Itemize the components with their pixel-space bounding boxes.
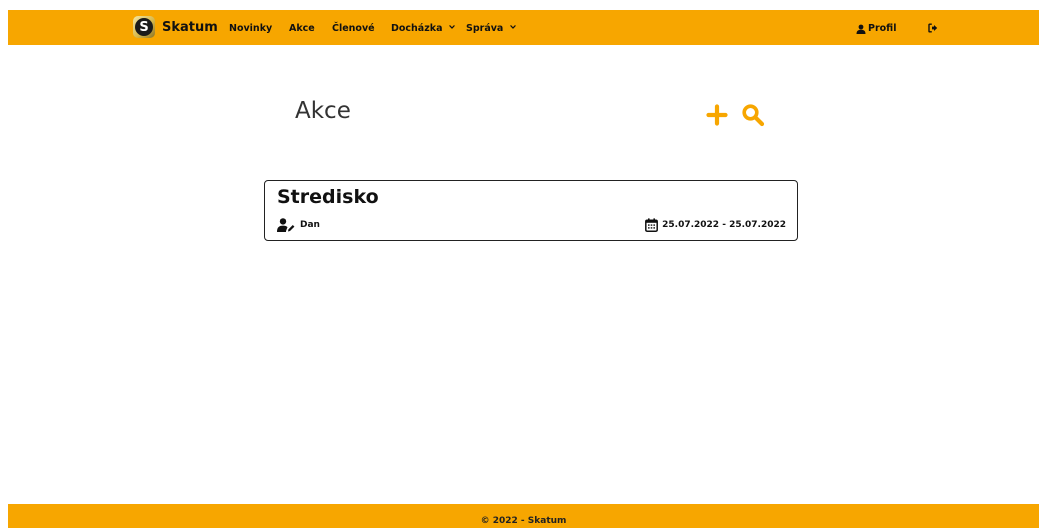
user-pen-icon <box>277 218 295 232</box>
top-navbar: S Skatum Novinky Akce Členové Docházka S… <box>8 10 1039 45</box>
calendar-icon <box>645 218 659 232</box>
footer-copyright: © 2022 - Skatum <box>480 516 567 526</box>
nav-item-label: Členové <box>332 23 375 34</box>
event-author: Dan <box>277 218 320 232</box>
page-footer: © 2022 - Skatum <box>8 504 1039 528</box>
user-icon <box>856 24 866 34</box>
nav-item-label: Docházka <box>391 23 443 34</box>
nav-item-clenove[interactable]: Členové <box>332 23 375 35</box>
search-button[interactable] <box>741 103 765 127</box>
page-title: Akce <box>295 98 351 124</box>
skatum-logo: S <box>133 16 155 38</box>
event-title: Stredisko <box>277 186 379 208</box>
nav-item-label: Správa <box>466 23 504 34</box>
profile-label: Profil <box>868 23 897 34</box>
nav-item-akce[interactable]: Akce <box>289 23 315 35</box>
nav-item-label: Novinky <box>229 23 273 34</box>
sign-out-icon <box>928 23 938 33</box>
chevron-down-icon <box>449 25 455 29</box>
event-card[interactable]: Stredisko Dan 25.07.2022 - 25.07.2022 <box>264 180 798 241</box>
plus-icon <box>706 104 728 126</box>
nav-item-sprava[interactable]: Správa <box>466 23 516 35</box>
nav-item-label: Akce <box>289 23 315 34</box>
brand-name: Skatum <box>162 19 218 35</box>
event-date: 25.07.2022 - 25.07.2022 <box>645 218 786 232</box>
add-event-button[interactable] <box>706 104 728 126</box>
event-author-name: Dan <box>300 220 320 230</box>
chevron-down-icon <box>509 25 516 29</box>
brand-link[interactable]: S Skatum <box>133 16 218 38</box>
search-icon <box>742 104 765 127</box>
nav-item-novinky[interactable]: Novinky <box>229 23 272 35</box>
logout-button[interactable] <box>928 23 938 36</box>
event-date-range: 25.07.2022 - 25.07.2022 <box>662 220 786 230</box>
logo-letter: S <box>135 18 153 36</box>
nav-item-dochazka[interactable]: Docházka <box>391 23 455 35</box>
profile-link[interactable]: Profil <box>856 23 896 35</box>
